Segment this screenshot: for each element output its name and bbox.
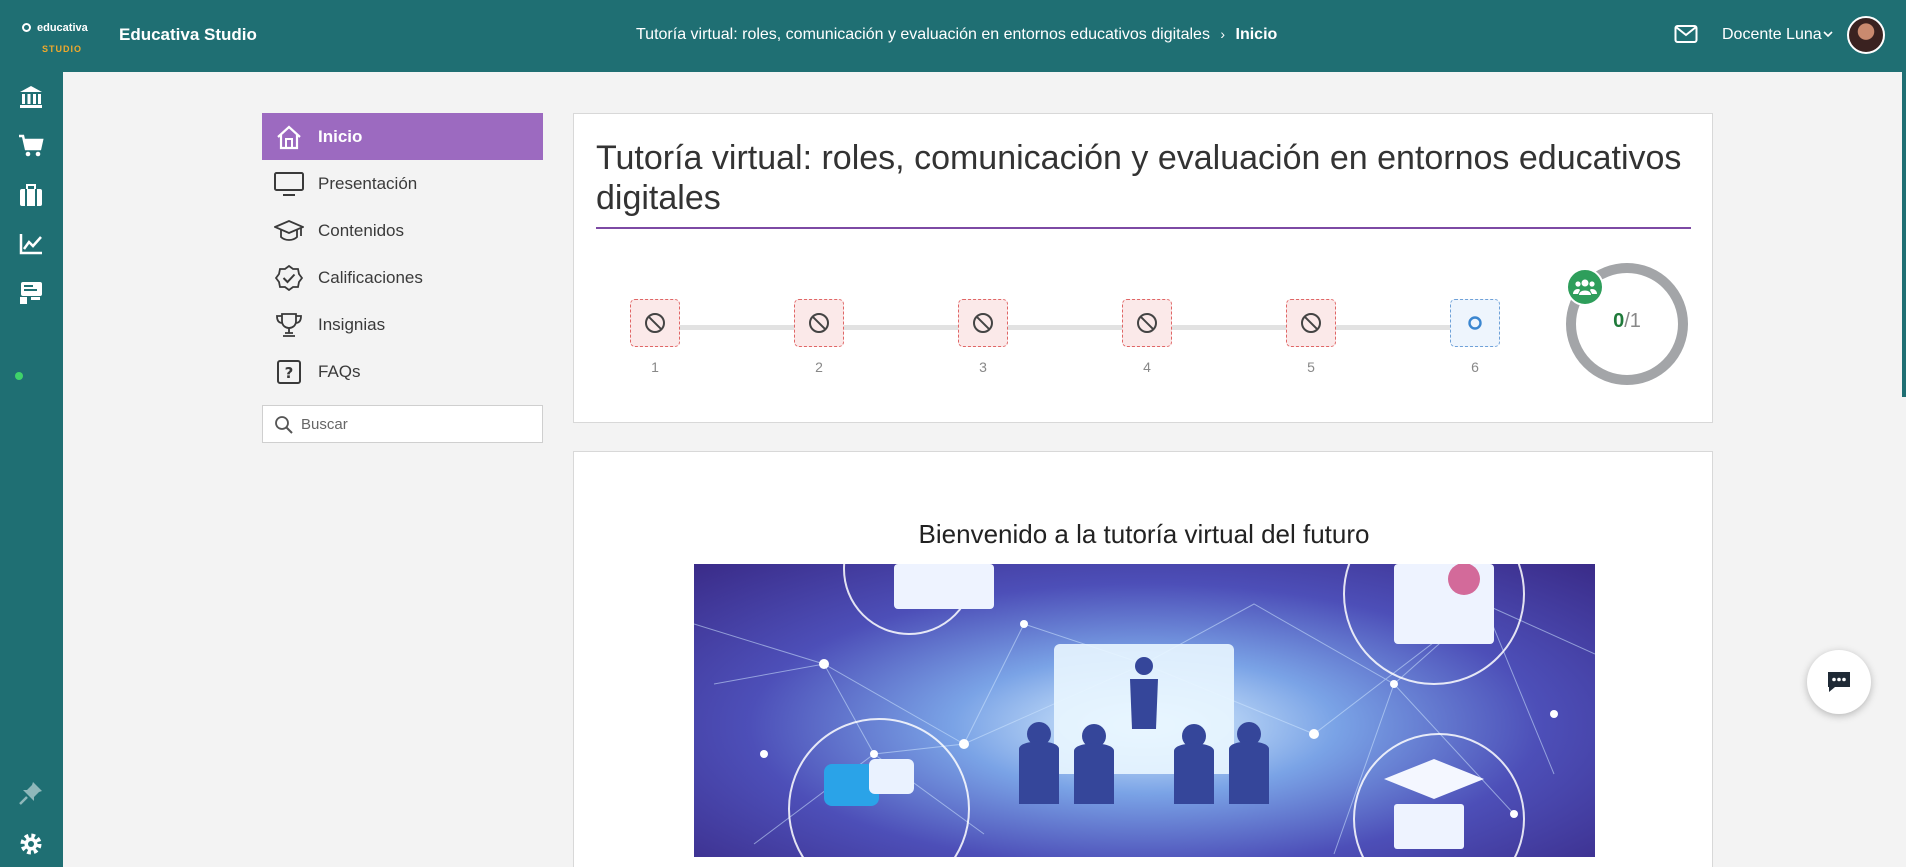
progress-step-5[interactable] — [1286, 299, 1336, 347]
welcome-banner-image — [694, 564, 1595, 857]
user-menu[interactable]: Docente Luna — [1722, 26, 1822, 44]
menu-item-presentacion[interactable]: Presentación — [262, 160, 543, 207]
menu-item-label: Contenidos — [318, 220, 405, 240]
classroom-icon[interactable] — [18, 280, 44, 306]
breadcrumb: Tutoría virtual: roles, comunicación y e… — [636, 26, 1277, 44]
menu-item-label: FAQs — [318, 361, 361, 381]
menu-item-calificaciones[interactable]: Calificaciones — [262, 254, 543, 301]
avatar[interactable] — [1847, 16, 1885, 54]
progress-step-4[interactable] — [1122, 299, 1172, 347]
welcome-heading: Bienvenido a la tutoría virtual del futu… — [918, 519, 1370, 549]
course-menu: Inicio Presentación Contenidos Calificac… — [262, 113, 543, 395]
step-number: 2 — [815, 359, 823, 375]
completed-count: 0 — [1613, 310, 1625, 332]
chat-bubble-icon — [1828, 672, 1850, 692]
step-number: 5 — [1307, 359, 1315, 375]
menu-item-inicio[interactable]: Inicio — [262, 113, 543, 160]
search-icon — [275, 416, 293, 434]
chat-button[interactable] — [1807, 650, 1871, 714]
cart-icon[interactable] — [18, 133, 44, 159]
top-bar: educativa STUDIO Educativa Studio Tutorí… — [0, 0, 1906, 72]
briefcase-icon[interactable] — [18, 182, 44, 208]
logo-text: educativa — [22, 22, 88, 34]
institution-icon[interactable] — [18, 84, 44, 110]
home-icon — [274, 124, 304, 150]
progress-count: 0/1 — [1564, 310, 1690, 333]
menu-item-label: Calificaciones — [318, 267, 423, 287]
monitor-icon — [274, 171, 304, 197]
logo-subtext: STUDIO — [42, 44, 83, 54]
mail-icon[interactable] — [1674, 24, 1698, 44]
scrollbar[interactable] — [1902, 72, 1906, 397]
progress-step-6[interactable] — [1450, 299, 1500, 347]
blocked-icon — [973, 313, 993, 333]
menu-item-label: Inicio — [318, 126, 363, 146]
menu-item-insignias[interactable]: Insignias — [262, 301, 543, 348]
graduation-cap-icon — [274, 218, 304, 244]
menu-item-label: Insignias — [318, 314, 386, 334]
question-icon: ? — [274, 359, 304, 385]
search-box — [262, 405, 543, 443]
breadcrumb-current: Inicio — [1235, 26, 1278, 43]
progress-step-3[interactable] — [958, 299, 1008, 347]
blocked-icon — [809, 313, 829, 333]
title-divider — [596, 227, 1691, 229]
chart-icon[interactable] — [18, 231, 44, 257]
badge-check-icon — [274, 264, 304, 291]
app-title[interactable]: Educativa Studio — [119, 25, 257, 45]
trophy-icon — [274, 312, 304, 338]
pin-icon[interactable] — [18, 780, 44, 806]
blocked-icon — [1301, 313, 1321, 333]
chevron-right-icon: › — [1220, 26, 1226, 42]
breadcrumb-course-link[interactable]: Tutoría virtual: roles, comunicación y e… — [636, 26, 1210, 43]
menu-item-label: Presentación — [318, 173, 418, 193]
blocked-icon — [1137, 313, 1157, 333]
page-title: Tutoría virtual: roles, comunicación y e… — [596, 139, 1682, 217]
welcome-card: Bienvenido a la tutoría virtual del futu… — [573, 451, 1713, 867]
progress-step-1[interactable] — [630, 299, 680, 347]
step-number: 3 — [979, 359, 987, 375]
search-input[interactable] — [301, 412, 531, 436]
blocked-icon — [645, 313, 665, 333]
step-number: 6 — [1471, 359, 1479, 375]
chevron-down-icon[interactable] — [1822, 28, 1834, 40]
left-rail — [0, 72, 63, 867]
menu-item-faqs[interactable]: ? FAQs — [262, 348, 543, 395]
brand-logo[interactable]: educativa STUDIO — [22, 22, 92, 58]
settings-icon[interactable] — [18, 831, 44, 857]
step-number: 1 — [651, 359, 659, 375]
group-icon[interactable] — [1566, 268, 1604, 306]
total-count: /1 — [1624, 310, 1641, 332]
online-status-dot — [15, 372, 23, 380]
progress-track — [654, 325, 1474, 330]
svg-text:?: ? — [285, 364, 294, 382]
progress-step-2[interactable] — [794, 299, 844, 347]
course-header-card: Tutoría virtual: roles, comunicación y e… — [573, 113, 1713, 423]
open-circle-icon — [1468, 316, 1482, 330]
menu-item-contenidos[interactable]: Contenidos — [262, 207, 543, 254]
step-number: 4 — [1143, 359, 1151, 375]
